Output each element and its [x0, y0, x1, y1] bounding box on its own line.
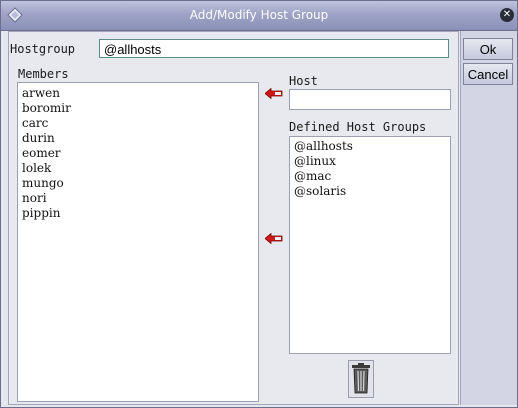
ok-button[interactable]: Ok	[463, 38, 513, 60]
list-item[interactable]: @linux	[290, 154, 450, 169]
button-panel	[460, 31, 517, 405]
move-group-to-members-icon[interactable]	[265, 233, 283, 244]
defined-host-groups-list[interactable]: @allhosts @linux @mac @solaris	[289, 136, 451, 354]
host-input[interactable]	[289, 89, 451, 110]
list-item[interactable]: @solaris	[290, 184, 450, 199]
list-item[interactable]: durin	[18, 131, 258, 146]
list-item[interactable]: mungo	[18, 176, 258, 191]
list-item[interactable]: @mac	[290, 169, 450, 184]
list-item[interactable]: eomer	[18, 146, 258, 161]
defined-host-groups-label: Defined Host Groups	[289, 120, 427, 134]
cancel-button[interactable]: Cancel	[463, 63, 513, 85]
trash-icon[interactable]	[348, 360, 374, 398]
hostgroup-input[interactable]: @allhosts	[99, 39, 449, 58]
list-item[interactable]: nori	[18, 191, 258, 206]
close-icon[interactable]: ✕	[500, 8, 514, 22]
list-item[interactable]: pippin	[18, 206, 258, 221]
title-bar[interactable]: Add/Modify Host Group ✕	[1, 1, 517, 31]
list-item[interactable]: carc	[18, 116, 258, 131]
hostgroup-label: Hostgroup	[10, 42, 76, 56]
move-host-to-members-icon[interactable]	[265, 88, 283, 99]
host-label: Host	[289, 74, 318, 88]
list-item[interactable]: lolek	[18, 161, 258, 176]
members-list[interactable]: arwen boromir carc durin eomer lolek mun…	[17, 82, 259, 402]
list-item[interactable]: arwen	[18, 86, 258, 101]
list-item[interactable]: @allhosts	[290, 139, 450, 154]
window-title: Add/Modify Host Group	[189, 8, 329, 22]
list-item[interactable]: boromir	[18, 101, 258, 116]
members-label: Members	[18, 67, 69, 81]
